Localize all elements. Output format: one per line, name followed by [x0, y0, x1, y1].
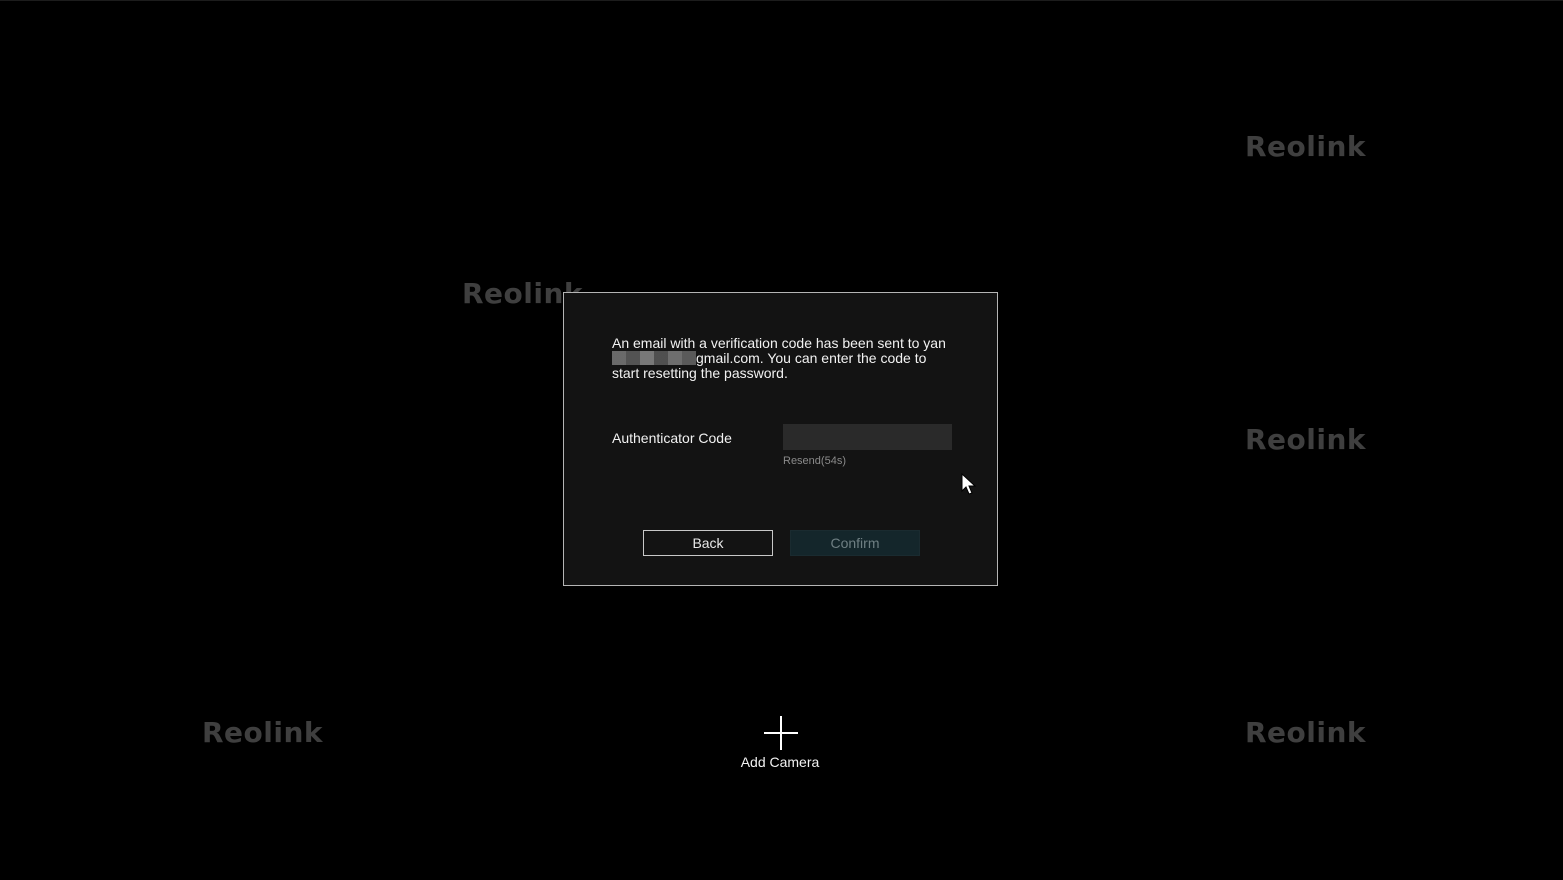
verification-dialog: An email with a verification code has be…: [563, 292, 998, 586]
message-text-start: An email with a verification code has be…: [612, 335, 946, 351]
reolink-watermark: Reolink: [202, 716, 324, 749]
confirm-button[interactable]: Confirm: [790, 530, 920, 556]
plus-icon: [764, 716, 798, 750]
resend-link[interactable]: Resend(54s): [783, 455, 846, 467]
verification-message: An email with a verification code has be…: [612, 336, 957, 381]
add-camera-button[interactable]: Add Camera: [730, 714, 830, 774]
add-camera-label: Add Camera: [740, 754, 820, 770]
authenticator-code-label: Authenticator Code: [612, 430, 732, 446]
reolink-watermark: Reolink: [1245, 716, 1367, 749]
mouse-cursor-icon: [961, 473, 977, 495]
authenticator-code-input[interactable]: [783, 424, 952, 450]
top-divider: [0, 0, 1563, 1]
screen: Reolink Reolink Reolink Reolink Reolink …: [0, 0, 1563, 880]
reolink-watermark: Reolink: [1245, 130, 1367, 163]
reolink-watermark: Reolink: [1245, 423, 1367, 456]
redacted-email-mask: [612, 351, 696, 365]
back-button[interactable]: Back: [643, 530, 773, 556]
